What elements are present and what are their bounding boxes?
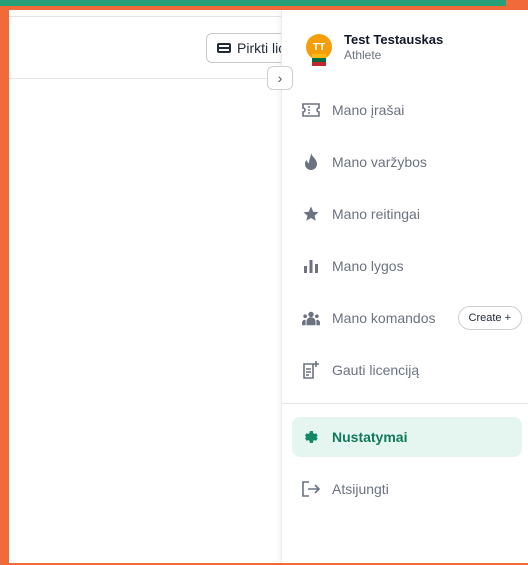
menu-item-label: Mano varžybos bbox=[332, 154, 427, 170]
create-team-button[interactable]: Create + bbox=[457, 306, 522, 330]
collapse-drawer-button[interactable]: › bbox=[267, 66, 293, 90]
side-drawer: TT Test Testauskas Athlete Mano įrašai M… bbox=[281, 10, 528, 563]
fire-icon bbox=[302, 153, 320, 171]
menu-item-label: Mano reitingai bbox=[332, 206, 420, 222]
lithuania-flag-icon bbox=[312, 54, 326, 66]
menu-item-logout[interactable]: Atsijungti bbox=[292, 469, 522, 509]
menu-item-label: Atsijungti bbox=[332, 481, 389, 497]
menu-item-label: Gauti licenciją bbox=[332, 362, 420, 378]
menu-item-settings[interactable]: Nustatymai bbox=[292, 417, 522, 457]
menu-item-ratings[interactable]: Mano reitingai bbox=[292, 194, 522, 234]
topbar-divider bbox=[9, 16, 289, 17]
star-icon bbox=[302, 205, 320, 223]
avatar: TT bbox=[306, 34, 332, 66]
team-icon bbox=[302, 309, 320, 327]
chevron-right-icon: › bbox=[277, 70, 283, 86]
menu-item-leagues[interactable]: Mano lygos bbox=[292, 246, 522, 286]
menu-item-label: Nustatymai bbox=[332, 429, 408, 445]
drawer-menu: Mano įrašai Mano varžybos Mano reitingai… bbox=[292, 90, 522, 402]
menu-item-label: Mano lygos bbox=[332, 258, 404, 274]
menu-item-label: Mano komandos bbox=[332, 310, 436, 326]
profile-role: Athlete bbox=[344, 48, 382, 62]
profile-name: Test Testauskas bbox=[344, 32, 444, 47]
ticket-icon bbox=[302, 101, 320, 119]
logout-icon bbox=[302, 480, 320, 498]
menu-item-competitions[interactable]: Mano varžybos bbox=[292, 142, 522, 182]
user-profile[interactable]: TT Test Testauskas Athlete bbox=[306, 32, 444, 66]
bar-chart-icon bbox=[302, 257, 320, 275]
drawer-bottom-menu: Nustatymai Atsijungti bbox=[292, 417, 522, 521]
top-accent-strip bbox=[0, 0, 506, 6]
menu-item-label: Mano įrašai bbox=[332, 102, 405, 118]
avatar-initials: TT bbox=[312, 41, 326, 53]
document-add-icon bbox=[302, 361, 320, 379]
credit-card-icon bbox=[217, 43, 231, 53]
app-window: Pirkti lic › TT Test Testauskas Athlete bbox=[9, 10, 528, 563]
buy-license-label: Pirkti lic bbox=[237, 40, 286, 56]
menu-item-teams[interactable]: Mano komandos Create + bbox=[292, 298, 522, 338]
top-accent-corner bbox=[506, 0, 528, 10]
menu-item-get-license[interactable]: Gauti licenciją bbox=[292, 350, 522, 390]
menu-divider bbox=[282, 403, 528, 404]
gear-icon bbox=[302, 428, 320, 446]
menu-item-entries[interactable]: Mano įrašai bbox=[292, 90, 522, 130]
